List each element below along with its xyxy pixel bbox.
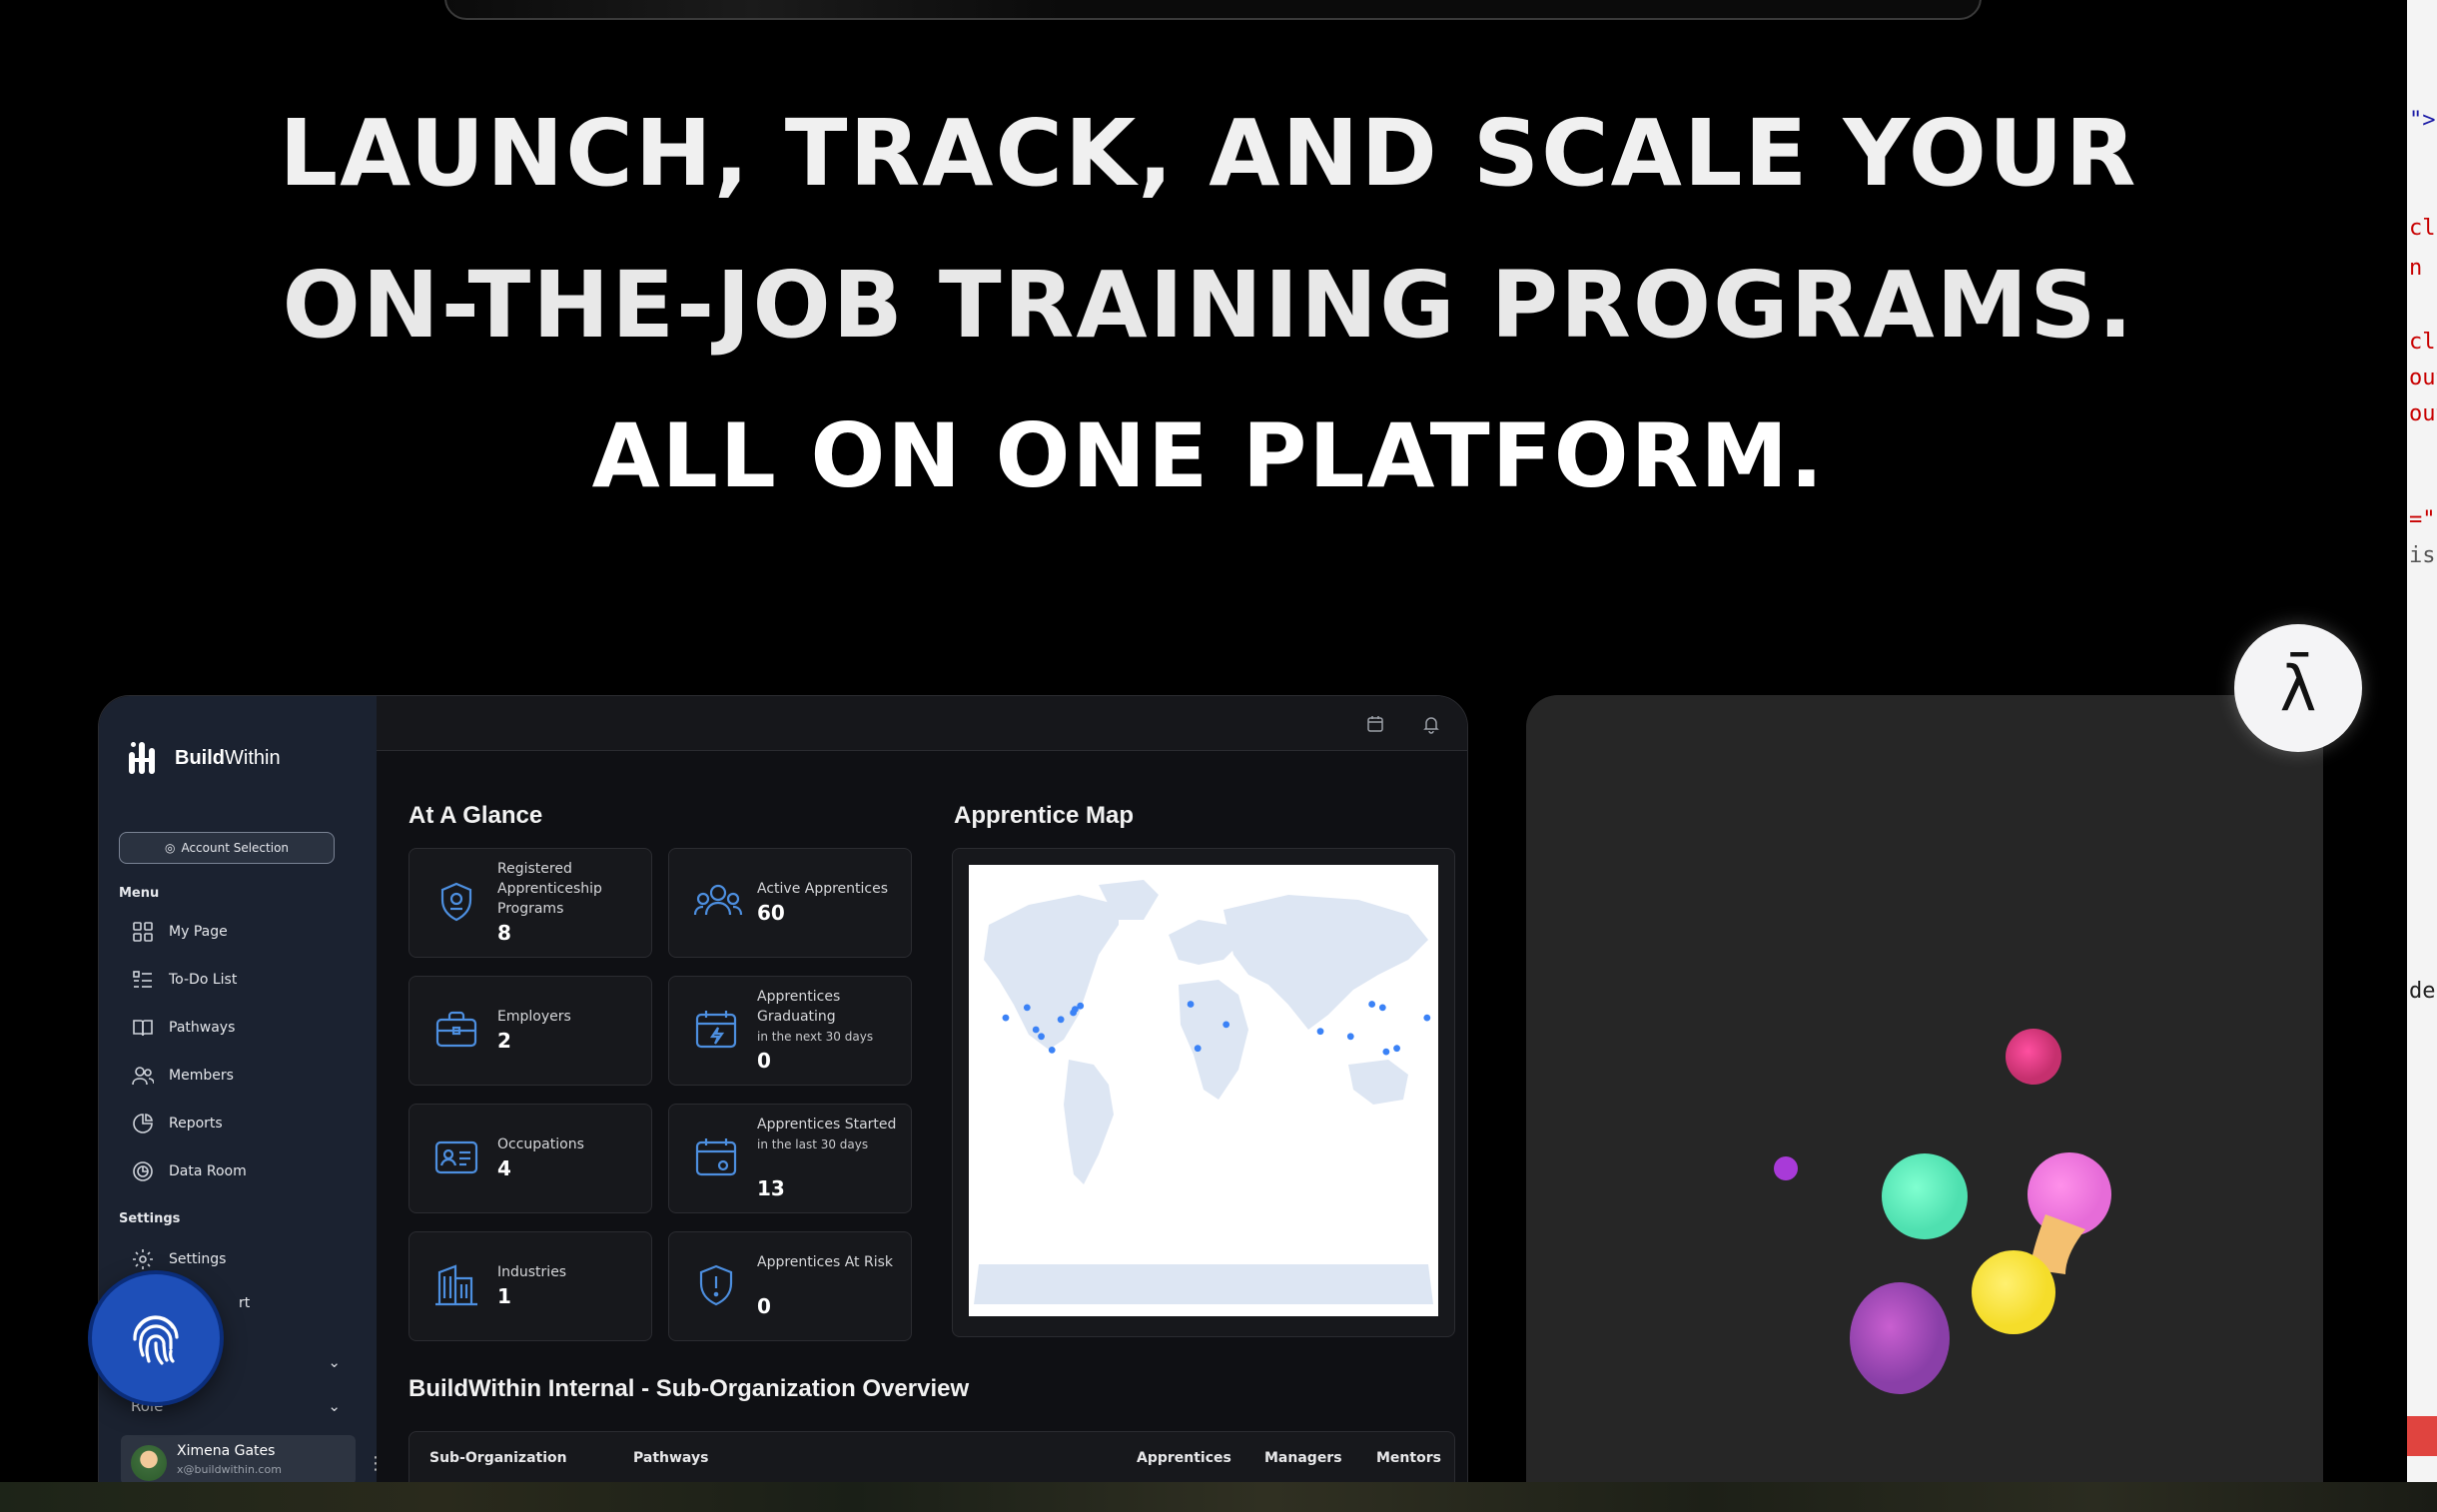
map-pin [1346,1033,1354,1041]
stat-apprentices-started[interactable]: Apprentices Started in the last 30 days 1… [668,1104,912,1213]
stat-industries[interactable]: Industries 1 [408,1231,652,1341]
column-managers[interactable]: Managers [1264,1450,1342,1466]
gear-icon [131,1247,155,1271]
shield-badge-icon [433,879,479,925]
user-email: x@buildwithin.com [177,1463,282,1476]
apprentice-map-title: Apprentice Map [954,802,1135,829]
pie-chart-icon [131,1112,155,1135]
map-pin [1071,1006,1079,1013]
calendar-bolt-icon [693,1007,739,1053]
chevron-down-icon: ⌄ [328,1397,341,1415]
blob-purple-small [1774,1156,1798,1180]
map-pin [1194,1045,1202,1053]
menu-heading: Menu [119,886,160,901]
grid-icon [131,920,155,944]
animated-blob-card [1526,695,2323,1482]
users-icon [693,879,743,925]
world-map[interactable] [969,865,1438,1316]
column-sub-organization[interactable]: Sub-Organization [429,1450,567,1466]
map-pin [1057,1016,1065,1024]
dashboard-topbar [377,696,1467,751]
map-pin [1423,1014,1431,1022]
chevron-down-icon: ⌄ [328,1353,341,1371]
map-pin [1002,1014,1010,1022]
column-mentors[interactable]: Mentors [1376,1450,1441,1466]
stat-occupations[interactable]: Occupations 4 [408,1104,652,1213]
lambda-button[interactable]: λ̄ [2234,624,2362,752]
briefcase-icon [433,1007,479,1053]
devtools-error-bar [2407,1416,2437,1456]
building-icon [433,1262,479,1308]
sidebar-item-data-room[interactable]: Data Room [131,1159,247,1183]
map-pin [1032,1026,1040,1034]
top-nav-pill [444,0,1982,20]
stat-apprentices-graduating[interactable]: Apprentices Graduating in the next 30 day… [668,976,912,1086]
hero-heading-line-3: All on One Platform. [591,404,1826,507]
calendar-icon[interactable] [1365,714,1385,734]
desktop-wallpaper-strip [0,1482,2437,1512]
map-pin [1382,1048,1390,1056]
overview-table-header: Sub-Organization Pathways Apprentices Ma… [408,1431,1455,1482]
map-pin [1048,1047,1056,1054]
map-pin [1378,1004,1386,1012]
shield-alert-icon [693,1262,739,1308]
user-name: Ximena Gates [177,1443,276,1459]
data-room-icon [131,1159,155,1183]
buildwithin-logo-icon [129,738,163,778]
sidebar-item-my-page[interactable]: My Page [131,920,228,944]
eye-icon: ◎ [164,841,176,855]
settings-heading: Settings [119,1211,181,1226]
dashboard-preview: BuildWithin ◎ Account Selection Menu My … [98,695,1468,1482]
overview-title: BuildWithin Internal - Sub-Organization … [408,1375,970,1402]
apprentice-map-card [952,848,1455,1337]
brand-logo[interactable]: BuildWithin [129,738,281,778]
book-open-icon [131,1016,155,1040]
at-a-glance-title: At A Glance [408,802,543,829]
hero-heading-line-1: Launch, Track, and Scale Your [279,100,2138,207]
account-selection-button[interactable]: ◎ Account Selection [119,832,335,864]
users-icon [131,1064,155,1088]
hero-heading-line-2: On-the-Job Training Programs. [282,252,2135,359]
checklist-icon [131,968,155,992]
blob-pink [2006,1029,2061,1085]
map-pin [1222,1021,1230,1029]
stat-employers[interactable]: Employers 2 [408,976,652,1086]
column-pathways[interactable]: Pathways [633,1450,708,1466]
map-pin [1316,1028,1324,1036]
bell-icon[interactable] [1421,714,1441,734]
sidebar-item-members[interactable]: Members [131,1064,234,1088]
user-profile[interactable]: Ximena Gates x@buildwithin.com [121,1435,356,1482]
devtools-panel-edge: "> cla n h cla out out =" iss de [2407,0,2437,1482]
browser-viewport: Launch, Track, and Scale Your On-the-Job… [0,0,2407,1482]
sidebar-item-settings[interactable]: Settings [131,1247,226,1271]
fingerprint-icon [133,1315,179,1365]
blob-violet [1850,1282,1950,1394]
fingerprint-button[interactable] [92,1274,220,1402]
blob-yellow [1972,1250,2055,1334]
map-pin [1038,1033,1045,1041]
map-pin [1393,1045,1400,1053]
calendar-plus-icon [693,1134,739,1180]
stat-active-apprentices[interactable]: Active Apprentices 60 [668,848,912,958]
column-apprentices[interactable]: Apprentices [1137,1450,1231,1466]
sidebar-item-reports[interactable]: Reports [131,1112,223,1135]
map-pin [1368,1001,1376,1008]
sidebar-item-pathways[interactable]: Pathways [131,1016,235,1040]
lambda-icon: λ̄ [2279,651,2317,725]
map-pin [1187,1001,1195,1008]
stat-apprentices-at-risk[interactable]: Apprentices At Risk 0 [668,1231,912,1341]
stat-registered-programs[interactable]: Registered Apprenticeship Programs 8 [408,848,652,958]
id-card-icon [433,1134,479,1180]
more-vertical-icon[interactable]: ⋮ [367,1453,385,1474]
avatar [131,1445,167,1481]
blob-mint [1882,1153,1968,1239]
sidebar-item-to-do-list[interactable]: To-Do List [131,968,237,992]
brand-name: BuildWithin [175,746,281,769]
map-pin [1023,1004,1031,1012]
